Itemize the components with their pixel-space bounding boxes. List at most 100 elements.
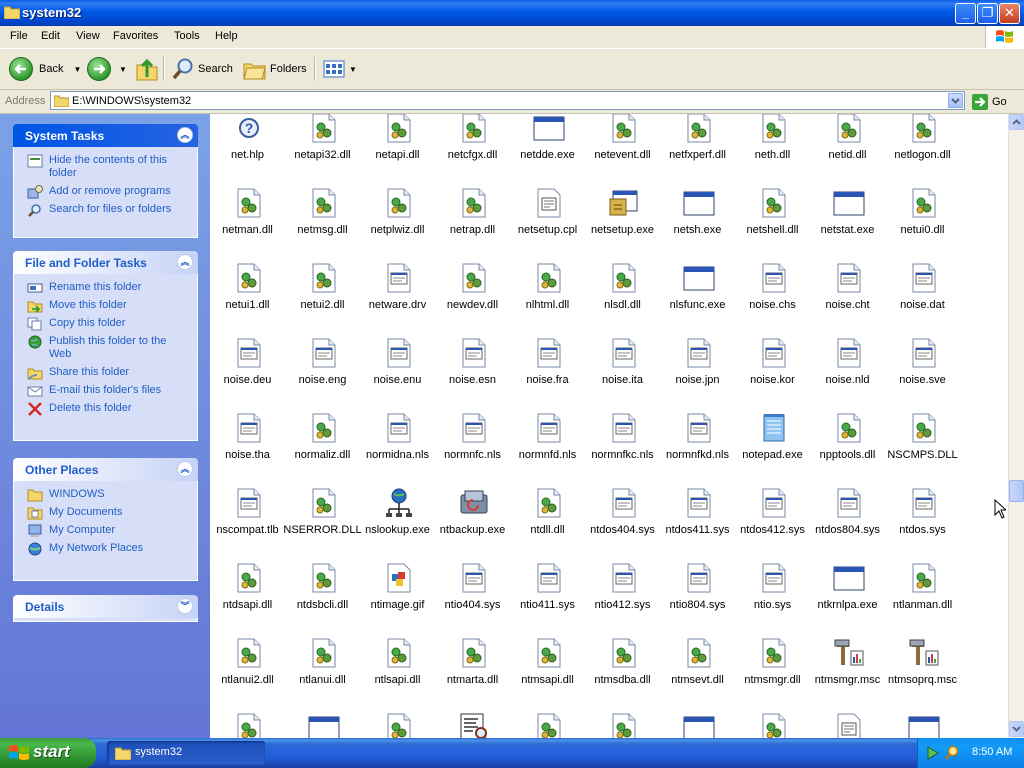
file-item[interactable]: ntlanui2.dll bbox=[210, 613, 285, 686]
file-item[interactable]: noise.cht bbox=[810, 238, 885, 311]
file-item[interactable]: ntdsapi.dll bbox=[210, 538, 285, 611]
file-item[interactable]: ntlanui.dll bbox=[285, 613, 360, 686]
file-item[interactable]: noise.kor bbox=[735, 313, 810, 386]
file-item[interactable]: nslookup.exe bbox=[360, 463, 435, 536]
other-places-header[interactable]: Other Places ︽ bbox=[13, 458, 198, 481]
file-item[interactable]: normnfc.nls bbox=[435, 388, 510, 461]
file-item[interactable]: ntoskrnl.exe bbox=[285, 688, 360, 738]
forward-button[interactable]: ▼ bbox=[87, 56, 127, 82]
file-item[interactable]: ntsd.exe bbox=[435, 688, 510, 738]
details-header[interactable]: Details ︾ bbox=[13, 595, 198, 618]
address-input[interactable]: E:\WINDOWS\system32 bbox=[50, 91, 965, 110]
system-tasks-header[interactable]: System Tasks ︽ bbox=[13, 124, 198, 147]
copy-folder-link[interactable]: Copy this folder bbox=[14, 317, 197, 331]
menu-favorites[interactable]: Favorites bbox=[113, 30, 158, 42]
search-button[interactable]: Search bbox=[171, 56, 233, 82]
file-item[interactable]: noise.chs bbox=[735, 238, 810, 311]
views-dropdown-icon[interactable]: ▼ bbox=[349, 65, 357, 74]
safely-remove-hardware-icon[interactable] bbox=[926, 745, 940, 761]
file-item[interactable]: ntdos.sys bbox=[885, 463, 960, 536]
file-item[interactable]: noise.fra bbox=[510, 313, 585, 386]
vertical-scrollbar[interactable] bbox=[1008, 114, 1024, 738]
start-button[interactable]: start bbox=[0, 738, 96, 768]
file-item[interactable]: ntio412.sys bbox=[585, 538, 660, 611]
file-item[interactable]: ? net.hlp bbox=[210, 114, 285, 161]
file-item[interactable]: ntvdm.exe bbox=[660, 688, 735, 738]
file-item[interactable]: ntkrnlpa.exe bbox=[810, 538, 885, 611]
back-dropdown-icon[interactable]: ▼ bbox=[73, 65, 81, 74]
file-item[interactable]: netsetup.cpl bbox=[510, 163, 585, 236]
file-item[interactable]: ntmsdba.dll bbox=[585, 613, 660, 686]
scroll-thumb[interactable] bbox=[1009, 480, 1024, 502]
menu-tools[interactable]: Tools bbox=[174, 30, 200, 42]
file-item[interactable]: netrap.dll bbox=[435, 163, 510, 236]
title-bar[interactable]: system32 _ ❐ ✕ bbox=[0, 0, 1024, 26]
file-item[interactable]: noise.esn bbox=[435, 313, 510, 386]
file-item[interactable]: npptools.dll bbox=[810, 388, 885, 461]
move-folder-link[interactable]: Move this folder bbox=[14, 299, 197, 313]
file-item[interactable]: noise.ita bbox=[585, 313, 660, 386]
file-item[interactable]: nlsdl.dll bbox=[585, 238, 660, 311]
file-item[interactable]: netui1.dll bbox=[210, 238, 285, 311]
file-item[interactable]: normnfd.nls bbox=[510, 388, 585, 461]
file-item[interactable]: nlsfunc.exe bbox=[660, 238, 735, 311]
forward-dropdown-icon[interactable]: ▼ bbox=[119, 65, 127, 74]
search-icon[interactable] bbox=[944, 745, 960, 761]
file-item[interactable]: noise.jpn bbox=[660, 313, 735, 386]
file-item[interactable]: netplwiz.dll bbox=[360, 163, 435, 236]
file-item[interactable]: newdev.dll bbox=[435, 238, 510, 311]
file-item[interactable]: ntmsapi.dll bbox=[510, 613, 585, 686]
file-item[interactable]: nscompat.tlb bbox=[210, 463, 285, 536]
file-item[interactable]: netmsg.dll bbox=[285, 163, 360, 236]
taskbar-item-system32[interactable]: system32 bbox=[107, 741, 265, 765]
file-item[interactable]: ntvdmd.dll bbox=[735, 688, 810, 738]
up-folder-button[interactable] bbox=[136, 56, 158, 82]
folders-button[interactable]: Folders bbox=[243, 56, 307, 82]
close-button[interactable]: ✕ bbox=[999, 3, 1020, 24]
file-item[interactable]: noise.eng bbox=[285, 313, 360, 386]
file-item[interactable]: netshell.dll bbox=[735, 163, 810, 236]
views-button[interactable]: ▼ bbox=[323, 56, 357, 82]
collapse-icon[interactable]: ︽ bbox=[177, 254, 193, 270]
file-item[interactable]: normnfkd.nls bbox=[660, 388, 735, 461]
file-item[interactable]: noise.nld bbox=[810, 313, 885, 386]
file-item[interactable]: ntio411.sys bbox=[510, 538, 585, 611]
file-item[interactable]: notepad.exe bbox=[735, 388, 810, 461]
file-item[interactable]: ntshrui.dll bbox=[585, 688, 660, 738]
publish-folder-link[interactable]: Publish this folder to the Web bbox=[14, 335, 197, 361]
file-item[interactable]: netman.dll bbox=[210, 163, 285, 236]
rename-folder-link[interactable]: Rename this folder bbox=[14, 281, 197, 294]
file-item[interactable]: netsetup.exe bbox=[585, 163, 660, 236]
restore-button[interactable]: ❐ bbox=[977, 3, 998, 24]
file-item[interactable]: ntmsmgr.dll bbox=[735, 613, 810, 686]
file-item[interactable]: netui2.dll bbox=[285, 238, 360, 311]
file-item[interactable]: netfxperf.dll bbox=[660, 114, 735, 161]
file-item[interactable]: ntio.sys bbox=[735, 538, 810, 611]
hide-folder-contents-link[interactable]: Hide the contents of this folder bbox=[14, 154, 197, 180]
file-item[interactable]: normaliz.dll bbox=[285, 388, 360, 461]
menu-file[interactable]: File bbox=[10, 30, 28, 42]
file-item[interactable]: ntdos404.sys bbox=[585, 463, 660, 536]
file-item[interactable]: noise.tha bbox=[210, 388, 285, 461]
file-item[interactable]: ntlsapi.dll bbox=[360, 613, 435, 686]
place-my-computer-link[interactable]: My Computer bbox=[14, 524, 197, 537]
file-item[interactable]: neth.dll bbox=[735, 114, 810, 161]
file-item[interactable]: ntmssvc.dll bbox=[210, 688, 285, 738]
file-item[interactable]: ntbackup.exe bbox=[435, 463, 510, 536]
file-item[interactable]: ntdos411.sys bbox=[660, 463, 735, 536]
minimize-button[interactable]: _ bbox=[955, 3, 976, 24]
file-item[interactable]: ntmsevt.dll bbox=[660, 613, 735, 686]
file-item[interactable]: ntmsmgr.msc bbox=[810, 613, 885, 686]
file-item[interactable]: normnfkc.nls bbox=[585, 388, 660, 461]
file-item[interactable]: normidna.nls bbox=[360, 388, 435, 461]
scroll-down-button[interactable] bbox=[1009, 721, 1024, 737]
file-item[interactable]: ntdos412.sys bbox=[735, 463, 810, 536]
place-my-documents-link[interactable]: My Documents bbox=[14, 506, 197, 520]
collapse-icon[interactable]: ︽ bbox=[177, 461, 193, 477]
file-item[interactable]: ntio404.sys bbox=[435, 538, 510, 611]
file-item[interactable]: netlogon.dll bbox=[885, 114, 960, 161]
file-item[interactable]: noise.dat bbox=[885, 238, 960, 311]
expand-icon[interactable]: ︾ bbox=[177, 598, 193, 614]
go-button[interactable]: Go bbox=[972, 92, 1007, 111]
scroll-up-button[interactable] bbox=[1009, 114, 1024, 130]
